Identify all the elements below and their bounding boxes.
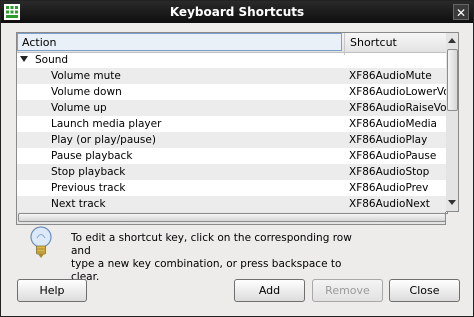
action-cell: Volume up	[51, 102, 107, 114]
vertical-scrollbar[interactable]	[446, 32, 459, 212]
shortcut-cell: XF86AudioMute	[349, 70, 432, 82]
table-row[interactable]: Launch media player XF86AudioMedia	[17, 116, 447, 132]
shortcut-cell: XF86AudioLowerVolu	[349, 86, 447, 98]
shortcut-cell: XF86AudioNext	[349, 198, 430, 210]
action-cell: Volume mute	[51, 70, 121, 82]
shortcut-cell: XF86AudioStop	[349, 166, 430, 178]
shortcut-cell: XF86AudioPrev	[349, 182, 429, 194]
action-cell: Next track	[51, 198, 106, 210]
list-header: Action Shortcut	[17, 33, 447, 55]
table-row[interactable]: Previous track XF86AudioPrev	[17, 180, 447, 196]
column-header-action[interactable]: Action	[17, 33, 342, 51]
action-cell: Previous track	[51, 182, 126, 194]
help-button[interactable]: Help	[17, 279, 87, 302]
action-cell: Stop playback	[51, 166, 126, 178]
window-title: Keyboard Shortcuts	[169, 5, 305, 19]
shortcut-cell: XF86AudioMedia	[349, 118, 437, 130]
scroll-thumb[interactable]	[447, 49, 458, 111]
horizontal-scroll-thumb[interactable]	[18, 213, 446, 222]
scroll-down-icon[interactable]	[447, 197, 457, 209]
shortcut-cell: XF86AudioPause	[349, 150, 437, 162]
shortcut-cell: XF86AudioRaiseVolun	[349, 102, 447, 114]
horizontal-scrollbar[interactable]	[16, 212, 446, 225]
remove-button[interactable]: Remove	[312, 279, 383, 302]
action-cell: Launch media player	[51, 118, 162, 130]
lightbulb-icon	[30, 226, 52, 258]
shortcuts-list[interactable]: Action Shortcut Sound Volume mute XF86Au…	[16, 32, 448, 214]
table-row[interactable]: Play (or play/pause) XF86AudioPlay	[17, 132, 447, 148]
group-row-sound[interactable]: Sound	[17, 52, 447, 68]
table-row[interactable]: Volume mute XF86AudioMute	[17, 68, 447, 84]
scroll-up-icon[interactable]	[447, 35, 457, 47]
close-button[interactable]: Close	[389, 279, 460, 302]
shortcut-cell: XF86AudioPlay	[349, 134, 428, 146]
title-bar[interactable]: Keyboard Shortcuts ✕	[1, 1, 473, 23]
hint-text: To edit a shortcut key, click on the cor…	[71, 232, 371, 284]
add-button[interactable]: Add	[234, 279, 305, 302]
action-cell: Pause playback	[51, 150, 133, 162]
group-label: Sound	[35, 54, 69, 66]
keyboard-shortcuts-window: Keyboard Shortcuts ✕ Action Shortcut Sou…	[0, 0, 474, 317]
table-row[interactable]: Pause playback XF86AudioPause	[17, 148, 447, 164]
table-row[interactable]: Next track XF86AudioNext	[17, 196, 447, 212]
expander-arrow-icon[interactable]	[20, 56, 28, 62]
table-row[interactable]: Stop playback XF86AudioStop	[17, 164, 447, 180]
action-cell: Play (or play/pause)	[51, 134, 156, 146]
hint-line-1: To edit a shortcut key, click on the cor…	[71, 232, 352, 257]
action-cell: Volume down	[51, 86, 122, 98]
table-row[interactable]: Volume down XF86AudioLowerVolu	[17, 84, 447, 100]
close-icon[interactable]: ✕	[453, 4, 469, 20]
table-row[interactable]: Volume up XF86AudioRaiseVolun	[17, 100, 447, 116]
